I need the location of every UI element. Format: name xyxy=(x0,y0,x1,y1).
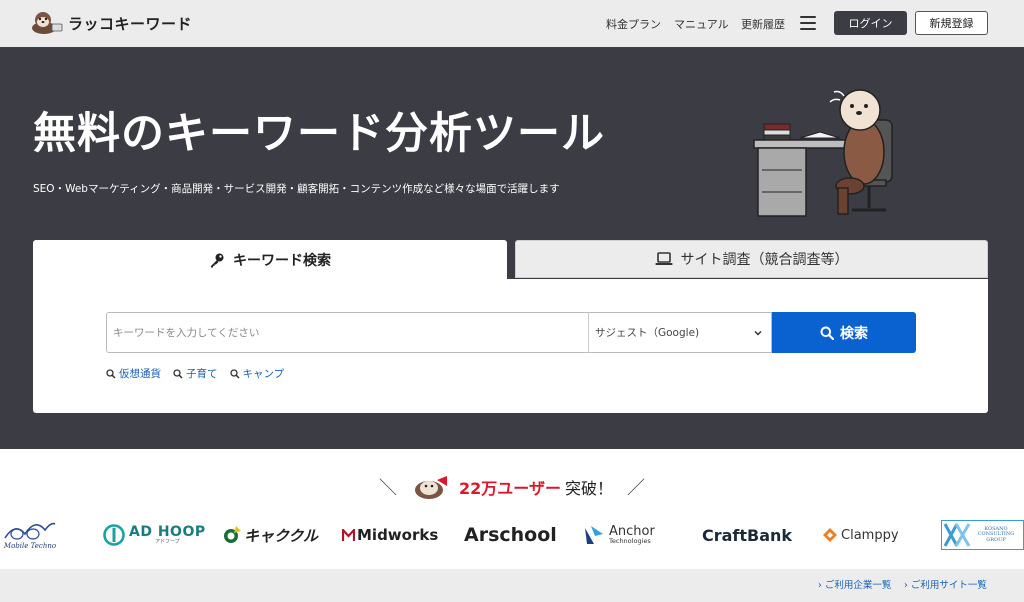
nav-pricing[interactable]: 料金プラン xyxy=(606,0,661,47)
chevron-down-icon xyxy=(754,330,762,336)
mobile-techno-mark-icon xyxy=(4,522,56,540)
chevron-right-icon: › xyxy=(904,580,908,591)
anchor-mark-icon xyxy=(585,526,603,544)
client-logos: Mobile Techno AD HOOP アドフープ キャククル Midwor… xyxy=(0,512,1024,558)
search-button[interactable]: 検索 xyxy=(772,312,916,353)
search-icon xyxy=(820,326,834,340)
logo-mobile-techno: Mobile Techno xyxy=(0,512,60,558)
example-keyword-link[interactable]: キャンプ xyxy=(229,366,284,381)
user-count-suffix: 突破！ xyxy=(564,479,613,498)
tab-keyword-search[interactable]: キーワード検索 xyxy=(33,240,507,280)
logo-craftbank: CraftBank xyxy=(702,525,793,545)
example-keyword-link[interactable]: 子育て xyxy=(173,366,218,381)
search-icon xyxy=(106,368,116,379)
kosano-mark-icon xyxy=(943,523,971,547)
signup-button[interactable]: 新規登録 xyxy=(915,11,988,35)
nav-manual[interactable]: マニュアル xyxy=(674,0,729,47)
search-icon xyxy=(173,368,183,379)
key-icon xyxy=(211,253,224,268)
user-count: 22万ユーザー xyxy=(459,479,561,498)
laptop-icon xyxy=(655,252,672,265)
chevron-right-icon: › xyxy=(818,580,822,591)
adhoop-mark-icon xyxy=(103,524,125,546)
clamppy-mark-icon xyxy=(823,528,837,542)
logo-clamppy: Clamppy xyxy=(822,512,899,558)
footer-bar: › ご利用企業一覧 › ご利用サイト一覧 xyxy=(0,569,1024,602)
cyakukuru-mark-icon xyxy=(224,526,241,543)
logo-midworks: Midworks xyxy=(342,512,438,558)
link-client-companies[interactable]: › ご利用企業一覧 xyxy=(818,577,891,591)
example-keywords: 仮想通貨 子育て キャンプ xyxy=(106,366,296,381)
tab-site-label: サイト調査（競合調査等） xyxy=(680,252,849,268)
search-panel: サジェスト（Google) 検索 仮想通貨 子育て xyxy=(33,279,988,413)
site-header: ラッコキーワード 料金プラン マニュアル 更新履歴 ログイン 新規登録 xyxy=(0,0,1024,47)
tab-keyword-label: キーワード検索 xyxy=(233,253,331,269)
logo-anchor: Anchor Technologies xyxy=(583,512,655,558)
logo[interactable]: ラッコキーワード xyxy=(30,10,192,36)
otter-logo-icon xyxy=(32,12,63,34)
midworks-mark-icon xyxy=(342,528,355,541)
user-count-banner: ＼ 22万ユーザー 突破！ ／ xyxy=(0,472,1024,502)
search-icon xyxy=(229,368,240,379)
otter-megaphone-icon xyxy=(415,476,448,499)
search-row: サジェスト（Google) 検索 xyxy=(106,312,916,353)
slash-right: ／ xyxy=(626,478,645,499)
source-select[interactable]: サジェスト（Google) xyxy=(588,312,772,353)
keyword-input[interactable] xyxy=(106,312,588,353)
search-button-label: 検索 xyxy=(840,325,868,342)
otter-mascot-illustration xyxy=(753,89,893,217)
hero-title: 無料のキーワード分析ツール xyxy=(33,109,605,159)
hero-section: 無料のキーワード分析ツール SEO・Webマーケティング・商品開発・サービス開発… xyxy=(0,47,1024,449)
hero-subtitle: SEO・Webマーケティング・商品開発・サービス開発・顧客開拓・コンテンツ作成な… xyxy=(33,183,560,195)
logo-cyakukuru: キャククル xyxy=(222,512,318,558)
login-button[interactable]: ログイン xyxy=(834,11,907,35)
source-select-value: サジェスト（Google) xyxy=(595,327,700,339)
nav-changelog[interactable]: 更新履歴 xyxy=(741,0,785,47)
logo-text: ラッコキーワード xyxy=(68,14,193,33)
logo-arschool: Arschool xyxy=(464,524,557,546)
example-keyword-link[interactable]: 仮想通貨 xyxy=(106,366,161,381)
link-client-sites[interactable]: › ご利用サイト一覧 xyxy=(904,577,987,591)
tab-site-research[interactable]: サイト調査（競合調査等） xyxy=(515,240,988,278)
hamburger-menu-icon[interactable] xyxy=(800,16,816,30)
slash-left: ＼ xyxy=(379,478,398,499)
logo-adhoop: AD HOOP アドフープ xyxy=(103,512,206,558)
logo-kosano: KOSANO CONSULTING GROUP xyxy=(941,512,1024,558)
